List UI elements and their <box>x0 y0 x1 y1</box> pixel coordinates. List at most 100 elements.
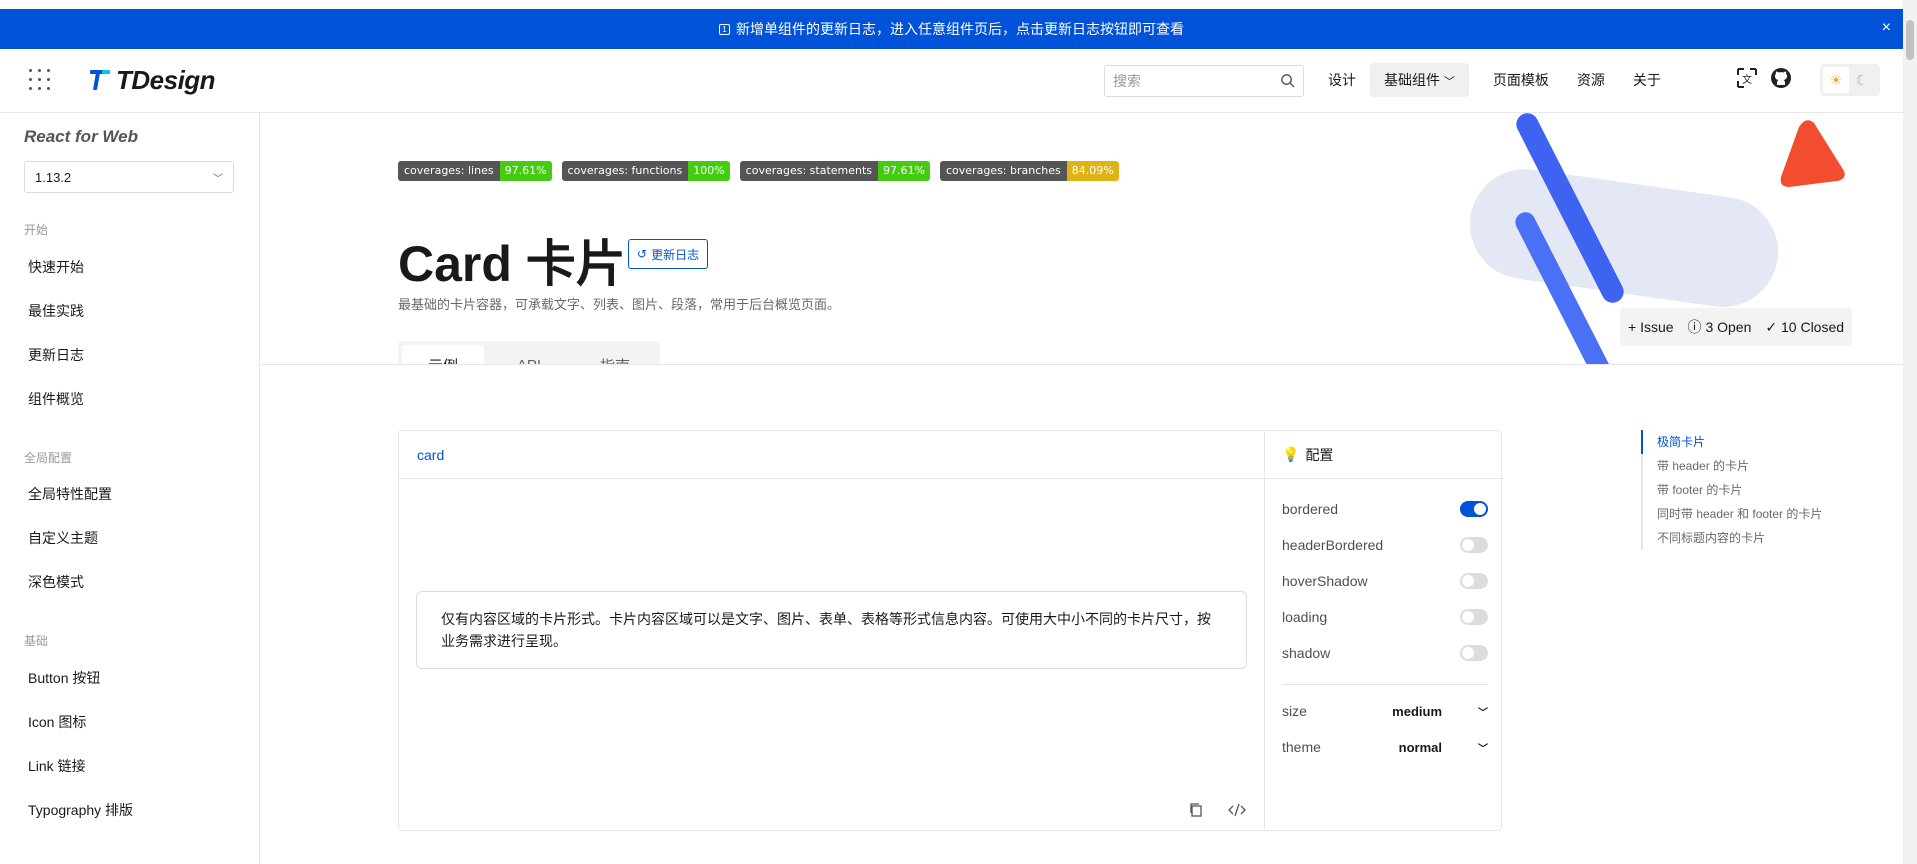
vertical-scrollbar[interactable] <box>1903 0 1917 864</box>
chevron-down-icon: ﹀ <box>1478 743 1488 755</box>
config-panel: 💡 配置 bordered headerBordered hoverShadow… <box>1264 431 1503 830</box>
translate-icon[interactable]: 文 <box>1736 67 1758 89</box>
sidebar-item-custom-theme[interactable]: 自定义主题 <box>28 528 98 548</box>
config-title: 配置 <box>1305 446 1334 463</box>
sidebar: React for Web 1.13.2 ﹀ 开始 快速开始 最佳实践 更新日志… <box>0 113 260 864</box>
nav-about[interactable]: 关于 <box>1619 63 1675 97</box>
anchor-footer-card[interactable]: 带 footer 的卡片 <box>1643 478 1822 502</box>
coverage-badge-functions[interactable]: coverages: functions 100% <box>561 161 730 181</box>
chevron-down-icon: ﹀ <box>1478 707 1488 719</box>
top-strip <box>0 0 1917 9</box>
config-row-hover-shadow: hoverShadow <box>1282 573 1488 589</box>
history-icon: ↺ <box>637 247 648 261</box>
config-label: shadow <box>1282 645 1331 661</box>
tdesign-logo[interactable]: TDesign <box>88 63 216 97</box>
framework-title: React for Web <box>24 127 138 146</box>
demo-preview: 仅有内容区域的卡片形式。卡片内容区域可以是文字、图片、表单、表格等形式信息内容。… <box>399 479 1264 830</box>
logo-text: TDesign <box>116 64 216 95</box>
demo-tab-card[interactable]: card <box>399 431 1264 479</box>
coverage-badge-branches[interactable]: coverages: branches 84.09% <box>940 161 1119 181</box>
sidebar-item-dark-mode[interactable]: 深色模式 <box>28 572 84 592</box>
page-description: 最基础的卡片容器，可承载文字、列表、图片、段落，常用于后台概览页面。 <box>398 297 841 312</box>
open-issues-link[interactable]: ⓘ 3 Open <box>1688 317 1752 337</box>
coverage-badge-lines[interactable]: coverages: lines 97.61% <box>398 161 552 181</box>
sidebar-item-best-practice[interactable]: 最佳实践 <box>28 301 84 321</box>
page-title: Card 卡片 <box>398 236 626 292</box>
notice-icon: 1 <box>719 23 730 35</box>
top-nav: 设计 基础组件 ﹀ 页面模板 资源 关于 <box>1314 63 1675 97</box>
search-input[interactable]: 搜索 <box>1104 65 1304 97</box>
theme-select[interactable]: normal ﹀ <box>1399 740 1488 755</box>
anchor-nav: 极简卡片 带 header 的卡片 带 footer 的卡片 同时带 heade… <box>1641 430 1822 550</box>
code-icon[interactable] <box>1228 802 1246 818</box>
github-icon[interactable] <box>1770 67 1792 89</box>
badge-label: coverages: functions <box>561 161 689 181</box>
sidebar-item-overview[interactable]: 组件概览 <box>28 389 84 409</box>
sidebar-item-changelog[interactable]: 更新日志 <box>28 345 84 365</box>
tab-guide[interactable]: 指南 <box>574 345 656 365</box>
hover-shadow-switch[interactable] <box>1460 573 1488 589</box>
badge-label: coverages: branches <box>940 161 1067 181</box>
sidebar-item-global-config[interactable]: 全局特性配置 <box>28 484 112 504</box>
issue-bar: + Issue ⓘ 3 Open ✓ 10 Closed <box>1620 308 1853 346</box>
nav-resources[interactable]: 资源 <box>1563 63 1619 97</box>
sidebar-item-quick-start[interactable]: 快速开始 <box>28 257 84 277</box>
copy-icon[interactable] <box>1188 802 1204 818</box>
tab-examples[interactable]: 示例 <box>402 345 484 364</box>
search-icon[interactable] <box>1280 73 1295 88</box>
closed-issues-link[interactable]: ✓ 10 Closed <box>1765 319 1844 336</box>
sidebar-item-link[interactable]: Link 链接 <box>28 756 86 776</box>
chevron-down-icon: ﹀ <box>213 173 223 185</box>
config-label: bordered <box>1282 501 1339 517</box>
version-select[interactable]: 1.13.2 ﹀ <box>24 161 234 193</box>
config-row-header-bordered: headerBordered <box>1282 537 1488 553</box>
apps-grid-icon[interactable] <box>29 69 51 91</box>
anchor-minimal-card[interactable]: 极简卡片 <box>1641 430 1822 454</box>
badge-value: 100% <box>688 161 730 181</box>
bordered-switch[interactable] <box>1460 501 1488 517</box>
changelog-button-label: 更新日志 <box>651 247 700 262</box>
check-icon: ✓ <box>1765 318 1778 335</box>
size-select[interactable]: medium ﹀ <box>1392 704 1488 719</box>
sidebar-item-button[interactable]: Button 按钮 <box>28 668 100 688</box>
config-row-size: size medium ﹀ <box>1282 703 1488 719</box>
banner-text: 新增单组件的更新日志，进入任意组件页后，点击更新日志按钮即可查看 <box>736 21 1184 37</box>
nav-templates[interactable]: 页面模板 <box>1479 63 1563 97</box>
demo-toolbar <box>1188 802 1246 818</box>
config-row-bordered: bordered <box>1282 501 1488 517</box>
issue-label: Issue <box>1640 319 1674 335</box>
close-banner-button[interactable]: × <box>1882 19 1891 37</box>
sidebar-item-icon[interactable]: Icon 图标 <box>28 712 86 732</box>
badge-value: 84.09% <box>1066 161 1119 181</box>
demo-panel: card 仅有内容区域的卡片形式。卡片内容区域可以是文字、图片、表单、表格等形式… <box>398 430 1503 831</box>
sun-icon[interactable]: ☀ <box>1823 67 1849 93</box>
config-row-loading: loading <box>1282 609 1488 625</box>
badge-value: 97.61% <box>499 161 552 181</box>
open-count: 3 Open <box>1705 319 1752 335</box>
anchor-header-footer-card[interactable]: 同时带 header 和 footer 的卡片 <box>1643 502 1822 526</box>
size-value: medium <box>1392 703 1442 719</box>
shadow-switch[interactable] <box>1460 645 1488 661</box>
sidebar-item-typography[interactable]: Typography 排版 <box>28 800 133 820</box>
card-example: 仅有内容区域的卡片形式。卡片内容区域可以是文字、图片、表单、表格等形式信息内容。… <box>416 591 1247 669</box>
nav-design[interactable]: 设计 <box>1314 63 1370 97</box>
anchor-header-card[interactable]: 带 header 的卡片 <box>1643 454 1822 478</box>
tab-api[interactable]: API <box>488 345 570 365</box>
announcement-banner: 1 新增单组件的更新日志，进入任意组件页后，点击更新日志按钮即可查看 × <box>0 9 1903 49</box>
tdesign-mark-icon <box>90 70 110 90</box>
anchor-title-content-card[interactable]: 不同标题内容的卡片 <box>1643 526 1822 550</box>
changelog-button[interactable]: ↺ 更新日志 <box>628 239 709 269</box>
theme-switch[interactable]: ☀ ☾ <box>1820 64 1880 96</box>
scrollbar-thumb[interactable] <box>1906 20 1914 60</box>
version-value: 1.13.2 <box>35 169 72 185</box>
new-issue-button[interactable]: + Issue <box>1628 319 1674 335</box>
loading-switch[interactable] <box>1460 609 1488 625</box>
group-label-start: 开始 <box>24 223 49 237</box>
coverage-badge-statements[interactable]: coverages: statements 97.61% <box>739 161 930 181</box>
config-divider <box>1282 684 1488 685</box>
bulb-icon: 💡 <box>1282 446 1300 462</box>
moon-icon[interactable]: ☾ <box>1849 67 1875 93</box>
coverage-badges: coverages: lines 97.61% coverages: funct… <box>398 161 1119 181</box>
nav-components[interactable]: 基础组件 ﹀ <box>1370 63 1469 97</box>
header-bordered-switch[interactable] <box>1460 537 1488 553</box>
